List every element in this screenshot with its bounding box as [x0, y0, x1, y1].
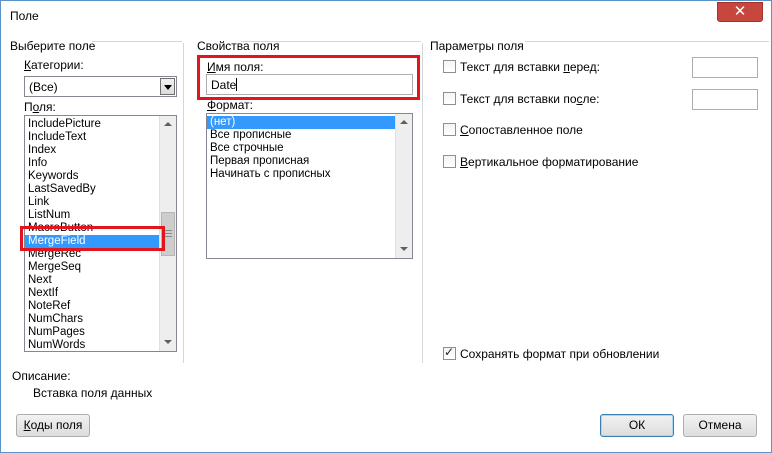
description-text: Вставка поля данных: [33, 386, 153, 400]
field-name-input[interactable]: Date: [206, 74, 413, 95]
title-bar: Поле ✕: [1, 1, 771, 31]
window-title: Поле: [10, 9, 39, 23]
mapped-field-checkbox[interactable]: [443, 123, 456, 136]
list-item-selected[interactable]: (нет): [207, 116, 395, 129]
vertical-format-label[interactable]: Вертикальное форматирование: [460, 155, 638, 169]
separator: [183, 43, 184, 363]
list-item[interactable]: IncludeText: [25, 131, 176, 144]
list-item[interactable]: Link: [25, 196, 176, 209]
vertical-format-checkbox[interactable]: [443, 155, 456, 168]
list-item[interactable]: Все строчные: [207, 142, 395, 155]
ok-button[interactable]: ОК: [600, 414, 674, 437]
list-item[interactable]: Начинать с прописных: [207, 168, 395, 181]
scroll-down-icon[interactable]: [160, 334, 176, 351]
list-item[interactable]: NumWords: [25, 339, 176, 351]
list-item[interactable]: MacroButton: [25, 222, 176, 231]
list-item[interactable]: LastSavedBy: [25, 183, 176, 196]
preserve-format-checkbox[interactable]: [443, 345, 456, 360]
cancel-button[interactable]: Отмена: [683, 414, 757, 437]
list-item-selected[interactable]: MergeField: [25, 235, 176, 248]
text-before-label[interactable]: Текст для вставки перед:: [460, 60, 600, 74]
categories-value: (Все): [29, 80, 58, 94]
list-item[interactable]: Info: [25, 157, 176, 170]
close-icon[interactable]: ✕: [717, 2, 763, 22]
field-codes-button[interactable]: Коды поля: [16, 414, 90, 437]
list-item[interactable]: MergeRec: [25, 248, 176, 261]
list-item[interactable]: Keywords: [25, 170, 176, 183]
fields-list[interactable]: IncludePicture IncludeText Index Info Ke…: [24, 115, 177, 352]
text-after-input[interactable]: [692, 89, 758, 110]
list-item[interactable]: Next: [25, 274, 176, 287]
field-name-value: Date: [211, 78, 237, 92]
preserve-format-label[interactable]: Сохранять формат при обновлении: [460, 347, 659, 361]
list-item[interactable]: NextIf: [25, 287, 176, 300]
text-after-checkbox[interactable]: [443, 92, 456, 105]
field-options-group-title: Параметры поля: [430, 39, 524, 53]
list-item[interactable]: ListNum: [25, 209, 176, 222]
format-scrollbar[interactable]: [395, 114, 412, 258]
format-list-items: (нет) Все прописные Все строчные Первая …: [207, 114, 395, 181]
list-item[interactable]: Все прописные: [207, 129, 395, 142]
field-name-label: Имя поля:: [207, 60, 264, 74]
select-field-group-title: Выберите поле: [10, 39, 96, 53]
scroll-thumb[interactable]: [161, 212, 175, 256]
mapped-field-label[interactable]: Сопоставленное поле: [460, 123, 583, 137]
fields-label: Поля:: [24, 100, 56, 114]
description-label: Описание:: [12, 369, 71, 383]
chevron-down-icon[interactable]: [160, 78, 175, 95]
separator: [525, 41, 769, 42]
list-item[interactable]: NoteRef: [25, 300, 176, 313]
field-dialog: Поле ✕ Выберите поле Категории: (Все) По…: [0, 0, 772, 453]
text-before-checkbox[interactable]: [443, 60, 456, 73]
scroll-down-icon[interactable]: [396, 241, 412, 258]
list-item[interactable]: NumPages: [25, 326, 176, 339]
format-list[interactable]: (нет) Все прописные Все строчные Первая …: [206, 113, 413, 259]
scroll-up-icon[interactable]: [396, 114, 412, 131]
fields-scrollbar[interactable]: [159, 116, 176, 351]
list-item[interactable]: IncludePicture: [25, 118, 176, 131]
separator: [422, 43, 423, 363]
list-item[interactable]: Первая прописная: [207, 155, 395, 168]
list-item[interactable]: MergeSeq: [25, 261, 176, 274]
list-item[interactable]: Index: [25, 144, 176, 157]
text-after-label[interactable]: Текст для вставки после:: [460, 92, 600, 106]
separator: [92, 41, 182, 42]
fields-list-items: IncludePicture IncludeText Index Info Ke…: [25, 116, 176, 351]
field-properties-group-title: Свойства поля: [197, 39, 280, 53]
text-before-input[interactable]: [692, 57, 758, 78]
list-item[interactable]: NumChars: [25, 313, 176, 326]
format-label: Формат:: [207, 98, 253, 112]
categories-label: Категории:: [24, 58, 84, 72]
dialog-body: Выберите поле Категории: (Все) Поля: Inc…: [2, 31, 770, 452]
categories-dropdown[interactable]: (Все): [24, 76, 177, 97]
scroll-up-icon[interactable]: [160, 116, 176, 133]
